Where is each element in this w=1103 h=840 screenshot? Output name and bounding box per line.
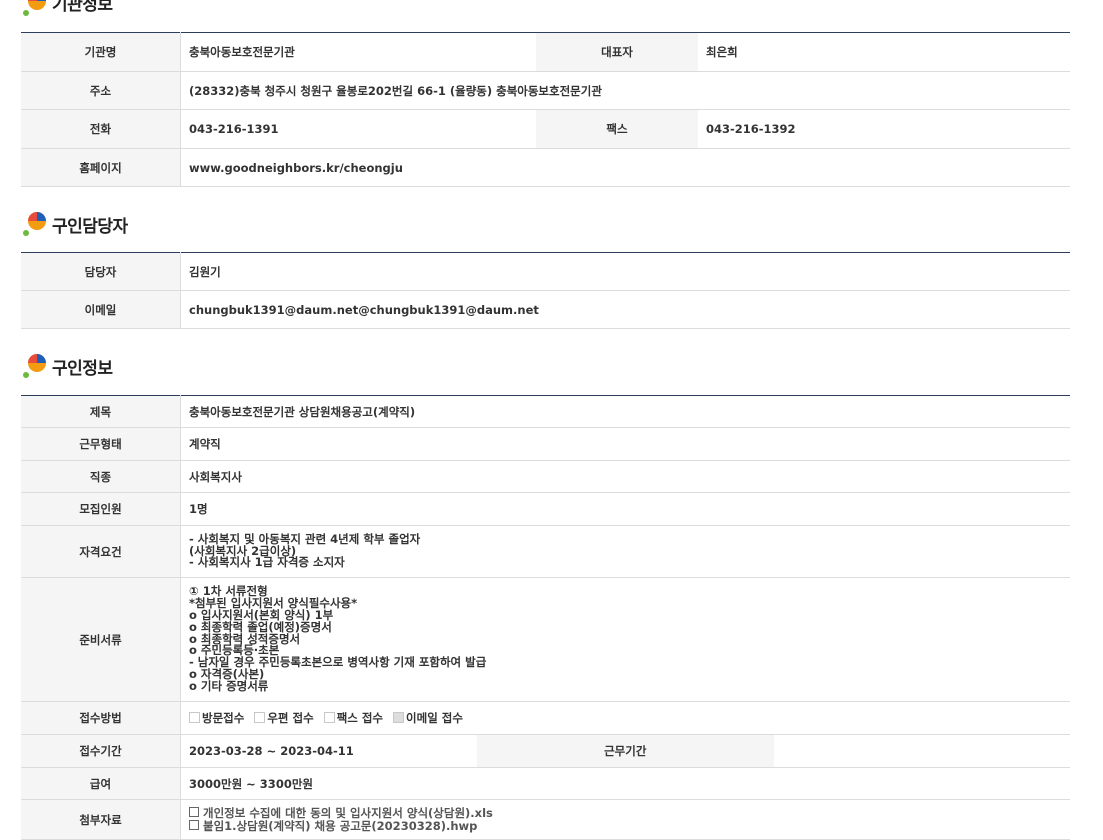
value-email[interactable]: chungbuk1391@daum.net@chungbuk1391@daum.… bbox=[180, 290, 1070, 329]
checkbox-icon bbox=[254, 712, 266, 723]
value-person: 김원기 bbox=[180, 252, 1070, 291]
table-row: 기관명 충북아동보호전문기관 대표자 최은희 bbox=[21, 32, 1070, 72]
table-row: 접수기간 2023-03-28 ~ 2023-04-11 근무기간 bbox=[21, 734, 1070, 768]
value-org-name: 충북아동보호전문기관 bbox=[180, 32, 536, 72]
table-row: 급여 3000만원 ~ 3300만원 bbox=[21, 767, 1070, 800]
label-qualification: 자격요건 bbox=[21, 525, 181, 578]
table-row: 접수방법 방문접수 우편 접수 팩스 접수 이메일 접수 bbox=[21, 701, 1070, 735]
label-person: 담당자 bbox=[21, 252, 181, 291]
table-row: 주소 (28332)충북 청주시 청원구 율봉로202번길 66-1 (율량동)… bbox=[21, 71, 1070, 110]
value-methods: 방문접수 우편 접수 팩스 접수 이메일 접수 bbox=[180, 701, 1070, 735]
value-documents: ① 1차 서류전형 *첨부된 입사지원서 양식필수사용* o 입사지원서(본회 … bbox=[180, 577, 1070, 702]
file-icon bbox=[189, 819, 199, 830]
section-bullet-icon bbox=[23, 354, 46, 378]
value-work-period bbox=[773, 734, 1070, 768]
value-fax: 043-216-1392 bbox=[698, 109, 1070, 149]
value-period: 2023-03-28 ~ 2023-04-11 bbox=[180, 734, 477, 768]
value-homepage[interactable]: www.goodneighbors.kr/cheongju bbox=[180, 148, 1070, 187]
table-row: 이메일 chungbuk1391@daum.net@chungbuk1391@d… bbox=[21, 290, 1070, 329]
section-bullet-icon bbox=[23, 0, 46, 16]
table-row: 모집인원 1명 bbox=[21, 492, 1070, 526]
value-rep: 최은희 bbox=[698, 32, 1070, 72]
method-mail: 우편 접수 bbox=[254, 711, 314, 725]
file-icon bbox=[189, 806, 199, 817]
section-title-contact: 구인담당자 bbox=[21, 208, 321, 240]
label-documents: 준비서류 bbox=[21, 577, 181, 702]
value-title: 충북아동보호전문기관 상담원채용공고(계약직) bbox=[180, 395, 1070, 428]
label-address: 주소 bbox=[21, 71, 181, 110]
label-attachments: 첨부자료 bbox=[21, 799, 181, 840]
label-tel: 전화 bbox=[21, 109, 181, 149]
method-email: 이메일 접수 bbox=[393, 711, 463, 725]
table-row: 첨부자료 개인정보 수집에 대한 동의 및 입사지원서 양식(상담원).xls … bbox=[21, 799, 1070, 840]
section-title-text: 기관정보 bbox=[52, 0, 113, 15]
section-title-org: 기관정보 bbox=[21, 0, 321, 20]
section-title-job: 구인정보 bbox=[21, 350, 321, 382]
table-row: 홈페이지 www.goodneighbors.kr/cheongju bbox=[21, 148, 1070, 187]
method-visit: 방문접수 bbox=[189, 711, 244, 725]
method-fax: 팩스 접수 bbox=[323, 711, 383, 725]
table-row: 근무형태 계약직 bbox=[21, 427, 1070, 461]
label-period: 접수기간 bbox=[21, 734, 181, 768]
value-qualification: - 사회복지 및 아동복지 관련 4년제 학부 졸업자 (사회복지사 2급이상)… bbox=[180, 525, 1070, 578]
label-fax: 팩스 bbox=[536, 109, 698, 149]
attachment-link[interactable]: 붙임1.상담원(계약직) 채용 공고문(20230328).hwp bbox=[189, 819, 1062, 833]
label-work-period: 근무기간 bbox=[477, 734, 774, 768]
value-tel: 043-216-1391 bbox=[180, 109, 536, 149]
value-attachments: 개인정보 수집에 대한 동의 및 입사지원서 양식(상담원).xls 붙임1.상… bbox=[180, 799, 1070, 840]
label-org-name: 기관명 bbox=[21, 32, 181, 72]
value-job-kind: 사회복지사 bbox=[180, 460, 1070, 493]
value-work-type: 계약직 bbox=[180, 427, 1070, 461]
value-address: (28332)충북 청주시 청원구 율봉로202번길 66-1 (율량동) 충북… bbox=[180, 71, 1070, 110]
checkbox-icon bbox=[393, 712, 405, 723]
label-method: 접수방법 bbox=[21, 701, 181, 735]
table-row: 전화 043-216-1391 팩스 043-216-1392 bbox=[21, 109, 1070, 149]
section-bullet-icon bbox=[23, 212, 46, 236]
table-row: 준비서류 ① 1차 서류전형 *첨부된 입사지원서 양식필수사용* o 입사지원… bbox=[21, 577, 1070, 702]
contact-table: 담당자 김원기 이메일 chungbuk1391@daum.net@chungb… bbox=[21, 252, 1070, 329]
label-homepage: 홈페이지 bbox=[21, 148, 181, 187]
checkbox-icon bbox=[189, 712, 200, 723]
table-row: 자격요건 - 사회복지 및 아동복지 관련 4년제 학부 졸업자 (사회복지사 … bbox=[21, 525, 1070, 578]
table-row: 직종 사회복지사 bbox=[21, 460, 1070, 493]
label-salary: 급여 bbox=[21, 767, 181, 800]
checkbox-icon bbox=[323, 712, 335, 723]
section-title-text: 구인담당자 bbox=[52, 217, 128, 237]
label-email: 이메일 bbox=[21, 290, 181, 329]
value-headcount: 1명 bbox=[180, 492, 1070, 526]
label-title: 제목 bbox=[21, 395, 181, 428]
label-work-type: 근무형태 bbox=[21, 427, 181, 461]
label-rep: 대표자 bbox=[536, 32, 698, 72]
table-row: 제목 충북아동보호전문기관 상담원채용공고(계약직) bbox=[21, 395, 1070, 428]
org-info-table: 기관명 충북아동보호전문기관 대표자 최은희 주소 (28332)충북 청주시 … bbox=[21, 32, 1070, 187]
table-row: 담당자 김원기 bbox=[21, 252, 1070, 291]
value-salary: 3000만원 ~ 3300만원 bbox=[180, 767, 1070, 800]
job-table: 제목 충북아동보호전문기관 상담원채용공고(계약직) 근무형태 계약직 직종 사… bbox=[21, 395, 1070, 840]
label-job-kind: 직종 bbox=[21, 460, 181, 493]
section-title-text: 구인정보 bbox=[52, 359, 113, 379]
label-headcount: 모집인원 bbox=[21, 492, 181, 526]
